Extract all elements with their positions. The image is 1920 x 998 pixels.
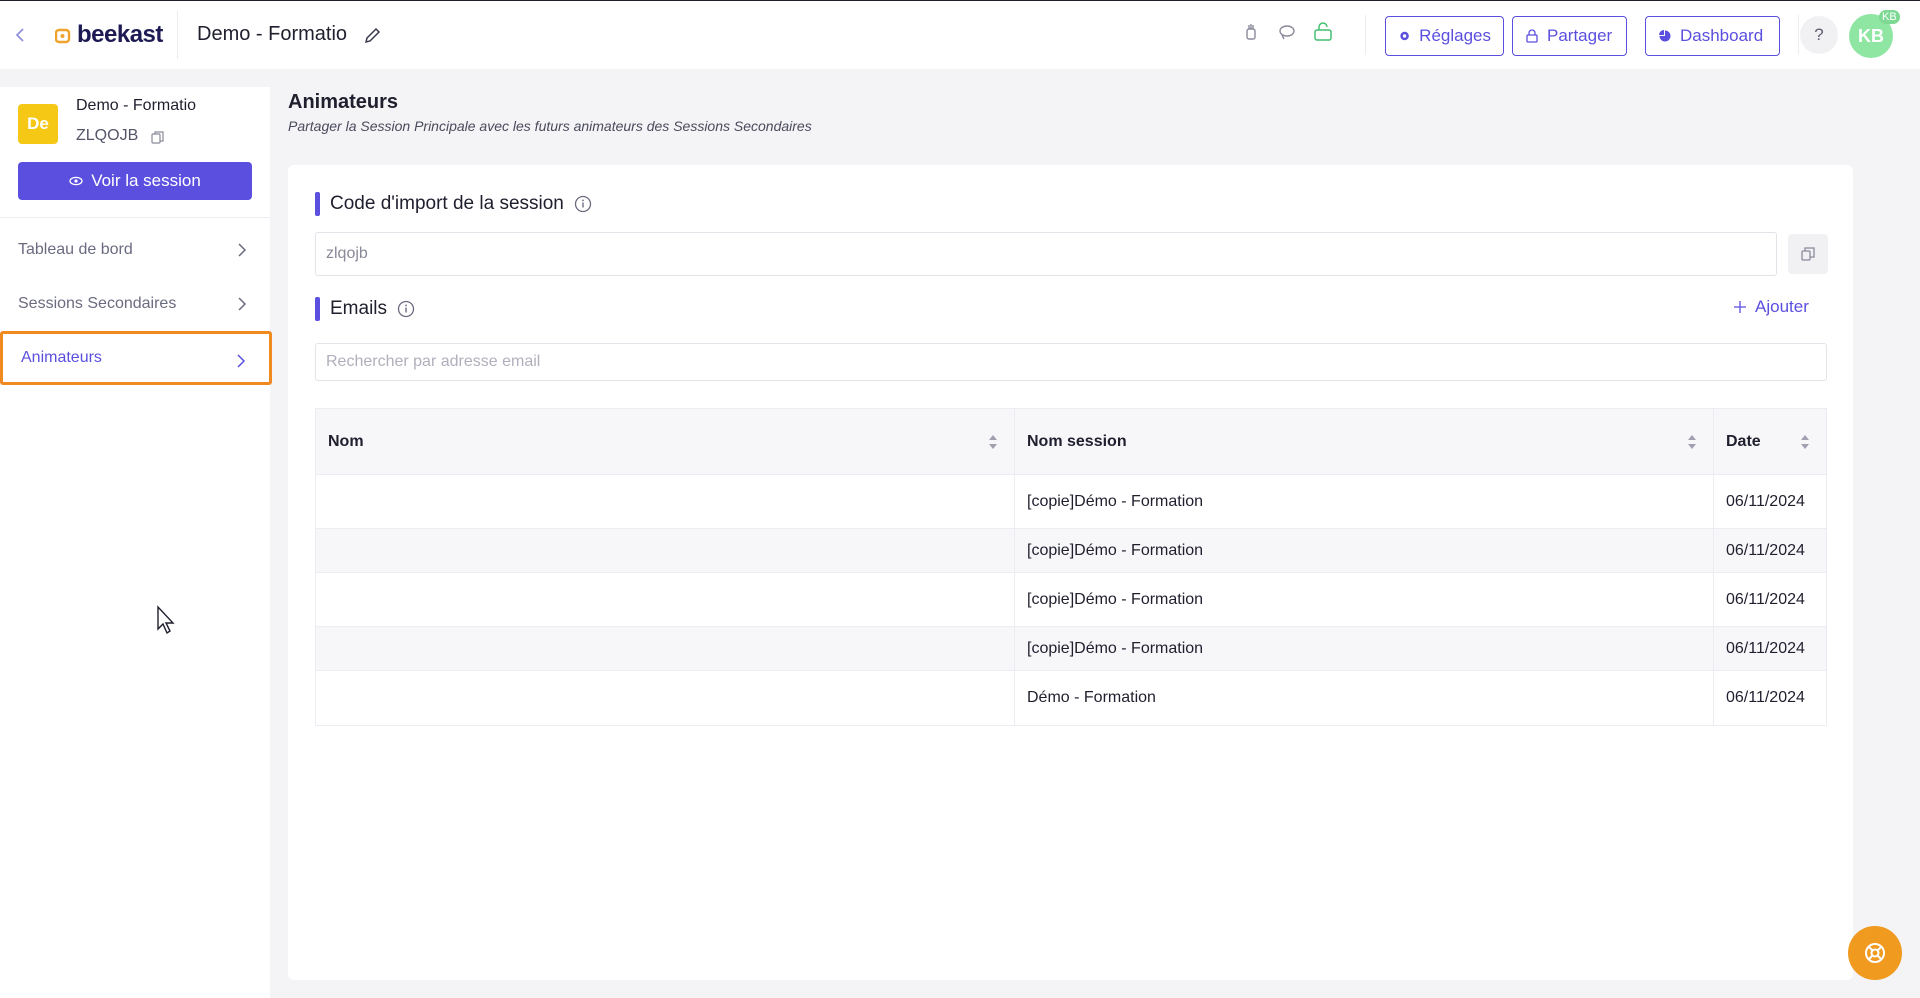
mouse-cursor-icon <box>156 605 178 635</box>
lock-open-icon[interactable] <box>1312 21 1334 43</box>
table-row[interactable]: [copie]Démo - Formation 06/11/2024 <box>316 627 1826 671</box>
cell-date: 06/11/2024 <box>1726 492 1805 510</box>
eye-icon <box>69 176 83 186</box>
cell-nom <box>316 529 1015 572</box>
main-card: Code d'import de la session zlqojb Email… <box>288 165 1853 980</box>
table-row[interactable]: [copie]Démo - Formation 06/11/2024 <box>316 573 1826 627</box>
divider <box>1365 15 1366 55</box>
cell-session: [copie]Démo - Formation <box>1015 627 1714 670</box>
reglages-label: Réglages <box>1419 26 1491 45</box>
voir-session-label: Voir la session <box>91 171 201 190</box>
page-title: Animateurs <box>288 91 399 113</box>
import-code-field[interactable]: zlqojb <box>315 232 1777 276</box>
session-badge: De <box>18 104 58 144</box>
plus-icon <box>1734 301 1746 313</box>
top-bar: beekast Demo - Formatio Réglages Partage… <box>0 0 1920 69</box>
beekast-logo[interactable]: beekast <box>55 21 163 49</box>
ajouter-label: Ajouter <box>1755 297 1809 316</box>
session-title: Demo - Formatio <box>197 23 348 45</box>
import-code-title: Code d'import de la session <box>330 193 564 214</box>
sidebar: De Demo - Formatio ZLQOJB Voir la sessio… <box>0 87 272 998</box>
divider <box>0 217 270 218</box>
sort-icon[interactable] <box>1800 433 1810 451</box>
column-header-nom[interactable]: Nom <box>316 409 1015 474</box>
column-header-nom-session[interactable]: Nom session <box>1015 409 1714 474</box>
cell-session: [copie]Démo - Formation <box>1015 475 1714 528</box>
column-header-label: Nom session <box>1027 432 1127 450</box>
column-header-label: Date <box>1726 432 1761 450</box>
chevron-right-icon <box>238 297 247 311</box>
cell-nom <box>316 573 1015 626</box>
section-accent-bar <box>315 192 320 216</box>
copy-icon <box>1801 247 1815 261</box>
dashboard-button[interactable]: Dashboard <box>1645 16 1780 56</box>
cell-date: 06/11/2024 <box>1726 541 1805 559</box>
chevron-right-icon <box>237 354 246 368</box>
copy-code-button[interactable] <box>1788 234 1828 274</box>
gear-icon <box>1400 31 1409 41</box>
help-button[interactable]: ? <box>1800 16 1838 54</box>
sidebar-item-animateurs[interactable]: Animateurs <box>0 331 272 385</box>
emails-heading: Emails <box>315 297 415 321</box>
info-icon[interactable] <box>574 195 592 213</box>
partager-button[interactable]: Partager <box>1512 16 1627 56</box>
sidebar-item-sessions-secondaires[interactable]: Sessions Secondaires <box>0 277 270 331</box>
cell-date: 06/11/2024 <box>1726 689 1805 706</box>
cell-nom <box>316 627 1015 670</box>
ajouter-button[interactable]: Ajouter <box>1733 297 1809 317</box>
page-subtitle: Partager la Session Principale avec les … <box>288 118 812 134</box>
info-icon[interactable] <box>397 300 415 318</box>
sort-icon[interactable] <box>1687 433 1697 451</box>
pie-chart-icon <box>1659 30 1671 42</box>
column-header-label: Nom <box>328 432 364 450</box>
back-chevron-icon[interactable] <box>12 25 28 45</box>
partager-label: Partager <box>1547 26 1613 45</box>
app-name: beekast <box>77 21 163 48</box>
sidebar-session-code: ZLQOJB <box>76 127 139 144</box>
cell-nom <box>316 671 1015 725</box>
section-accent-bar <box>315 297 320 321</box>
sidebar-item-label: Tableau de bord <box>18 241 133 258</box>
table-row[interactable]: [copie]Démo - Formation 06/11/2024 <box>316 529 1826 573</box>
chevron-right-icon <box>238 243 247 257</box>
animateurs-table: Nom Nom session Date [copie]Démo - Forma… <box>315 408 1827 726</box>
lock-icon <box>1526 29 1538 43</box>
sidebar-item-label: Animateurs <box>21 349 102 366</box>
sidebar-session-name: Demo - Formatio <box>76 97 197 114</box>
dashboard-label: Dashboard <box>1680 26 1764 45</box>
cell-session: Démo - Formation <box>1015 671 1714 725</box>
sort-icon[interactable] <box>988 433 998 451</box>
status-icons <box>1240 21 1334 43</box>
chat-bubble-icon[interactable] <box>1276 21 1298 43</box>
support-chat-button[interactable] <box>1848 926 1902 980</box>
sidebar-item-label: Sessions Secondaires <box>18 295 177 312</box>
cell-session: [copie]Démo - Formation <box>1015 529 1714 572</box>
hand-raise-icon[interactable] <box>1240 21 1262 43</box>
emails-title: Emails <box>330 298 388 319</box>
column-header-date[interactable]: Date <box>1714 409 1826 474</box>
cell-date: 06/11/2024 <box>1726 590 1805 608</box>
cell-session: [copie]Démo - Formation <box>1015 573 1714 626</box>
sidebar-item-tableau-de-bord[interactable]: Tableau de bord <box>0 223 270 277</box>
cell-nom <box>316 475 1015 528</box>
pencil-edit-icon[interactable] <box>363 25 383 45</box>
lifebuoy-icon <box>1865 943 1885 963</box>
divider <box>1798 15 1799 55</box>
table-row[interactable]: Démo - Formation 06/11/2024 <box>316 671 1826 725</box>
table-header: Nom Nom session Date <box>316 409 1826 475</box>
voir-session-button[interactable]: Voir la session <box>18 162 252 200</box>
email-search-input[interactable]: Rechercher par adresse email <box>315 343 1827 381</box>
reglages-button[interactable]: Réglages <box>1385 16 1504 56</box>
cell-date: 06/11/2024 <box>1726 639 1805 657</box>
import-code-heading: Code d'import de la session <box>315 192 592 216</box>
bee-logo-icon <box>55 28 71 44</box>
divider <box>177 11 178 59</box>
copy-code-icon[interactable] <box>150 130 165 145</box>
table-row[interactable]: [copie]Démo - Formation 06/11/2024 <box>316 475 1826 529</box>
avatar-badge: KB <box>1879 10 1900 24</box>
